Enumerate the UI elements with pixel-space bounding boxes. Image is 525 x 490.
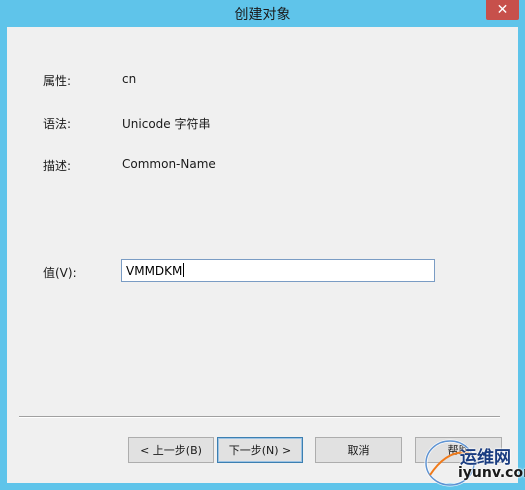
value-label: 值(V):	[43, 266, 77, 280]
description-value: Common-Name	[122, 157, 216, 171]
value-input-text: VMMDKM	[126, 264, 183, 278]
dialog-body: 属性: cn 语法: Unicode 字符串 描述: Common-Name 值…	[7, 27, 518, 483]
syntax-value: Unicode 字符串	[122, 117, 211, 131]
create-object-dialog: 创建对象 ✕ 属性: cn 语法: Unicode 字符串 描述: Common…	[0, 0, 525, 490]
cancel-button[interactable]: 取消	[315, 437, 402, 463]
description-label: 描述:	[43, 159, 72, 173]
attribute-value: cn	[122, 72, 137, 86]
separator-line	[19, 416, 500, 418]
back-button[interactable]: < 上一步(B)	[128, 437, 214, 463]
title-bar[interactable]: 创建对象 ✕	[0, 0, 525, 27]
help-button[interactable]: 帮助	[415, 437, 502, 463]
text-caret	[183, 263, 185, 277]
syntax-label: 语法:	[43, 117, 72, 131]
value-input[interactable]: VMMDKM	[121, 259, 435, 282]
close-button[interactable]: ✕	[486, 0, 519, 20]
close-icon: ✕	[496, 2, 509, 18]
next-button[interactable]: 下一步(N) >	[217, 437, 303, 463]
dialog-title: 创建对象	[234, 7, 291, 23]
attribute-label: 属性:	[43, 74, 72, 88]
